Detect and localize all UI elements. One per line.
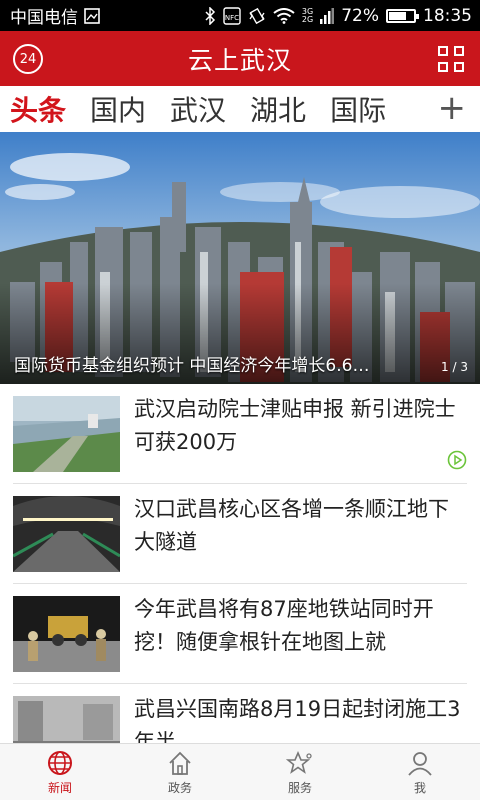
globe-icon [48,751,72,775]
news-list: 武汉启动院士津贴申报 新引进院士可获200万 汉口武昌核心区各增一条顺江地下大隧… [0,384,480,784]
vibrate-icon [248,7,266,25]
battery-icon [386,8,419,23]
carrier-label: 中国电信 [10,8,78,28]
bluetooth-icon [204,6,216,25]
image-notification-icon [84,7,100,24]
tab-headlines[interactable]: 头条 [10,89,66,129]
nav-government-label: 政务 [167,781,192,795]
news-item[interactable]: 今年武昌将有87座地铁站同时开挖！随便拿根针在地图上就 [13,584,467,684]
nav-government[interactable]: 政务 [120,744,240,800]
nav-news[interactable]: 新闻 [0,744,120,800]
hero-banner[interactable]: 国际货币基金组织预计 中国经济今年增长6.6… 1 / 3 [0,132,480,384]
battery-percent: 72% [341,5,379,26]
nav-services-label: 服务 [287,781,312,795]
tab-domestic[interactable]: 国内 [90,89,146,129]
channel-tabs: 头条 国内 武汉 湖北 国际 + [0,86,480,132]
app-title: 云上武汉 [187,45,292,75]
app-header: 24 云上武汉 [0,31,480,86]
svg-text:NFC: NFC [225,14,239,22]
wifi-icon [273,7,295,24]
tab-international[interactable]: 国际 [330,89,386,129]
tab-hubei[interactable]: 湖北 [250,89,306,129]
nav-me-label: 我 [413,781,426,795]
hero-caption: 国际货币基金组织预计 中国经济今年增长6.6… [14,356,370,376]
news-thumbnail [13,596,120,672]
clock: 18:35 [423,5,472,26]
24-hour-badge: 24 [19,51,37,67]
add-channel-icon[interactable]: + [438,91,467,125]
news-item[interactable]: 汉口武昌核心区各增一条顺江地下大隧道 [13,484,467,584]
star-icon [286,750,312,774]
network-type-label: 3G 2G [301,6,314,24]
nav-me[interactable]: 我 [360,744,480,800]
tab-wuhan[interactable]: 武汉 [170,89,226,129]
bottom-nav: 新闻 政务 服务 我 [0,743,480,800]
nfc-icon: NFC [223,6,241,25]
news-title: 武汉启动院士津贴申报 新引进院士可获200万 [134,397,456,454]
status-bar: 中国电信 NFC 3G 2G 72% 18:35 [0,0,480,31]
news-title: 汉口武昌核心区各增一条顺江地下大隧道 [134,497,449,554]
news-thumbnail [13,396,120,472]
nav-news-label: 新闻 [47,781,72,795]
home-icon [169,751,191,775]
video-play-icon [447,450,467,470]
signal-icon [320,7,335,25]
hero-pager: 1 / 3 [441,360,468,374]
news-item[interactable]: 武汉启动院士津贴申报 新引进院士可获200万 [13,384,467,484]
person-icon [408,752,432,776]
news-title: 今年武昌将有87座地铁站同时开挖！随便拿根针在地图上就 [134,597,434,654]
news-thumbnail [13,496,120,572]
24-hour-news-button[interactable]: 24 [13,44,43,74]
grid-menu-icon[interactable] [438,46,464,72]
nav-services[interactable]: 服务 [240,744,360,800]
hero-cityscape-image [0,132,480,384]
